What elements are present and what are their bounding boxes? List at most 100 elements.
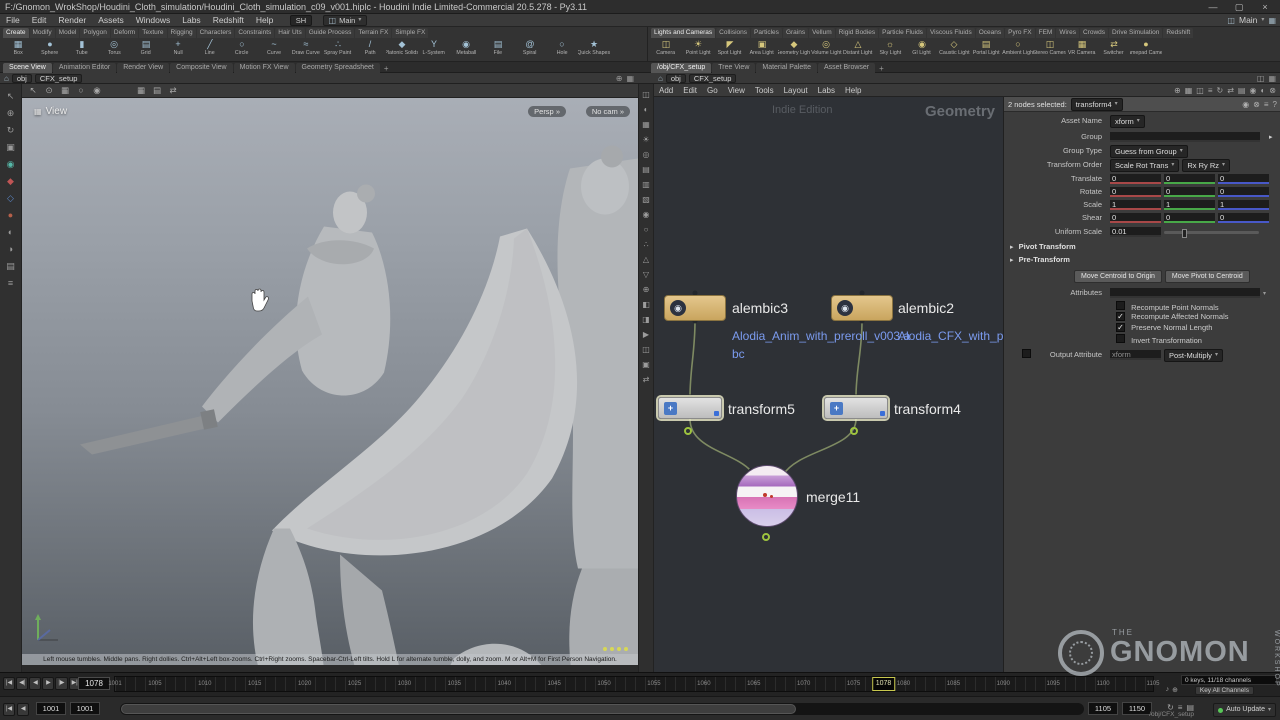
range-scrollbar[interactable] — [120, 703, 1084, 715]
pane-tab[interactable]: Render View — [117, 63, 169, 73]
shelf-tool[interactable]: ╱Line — [194, 39, 226, 61]
shelf-tab[interactable]: Redshift — [1163, 28, 1193, 38]
network-menu-item[interactable]: Go — [702, 86, 723, 95]
range-step-icon[interactable]: ◀ — [17, 703, 29, 716]
new-tab-button[interactable]: + — [876, 64, 887, 73]
keyframe-options-icon[interactable]: ⊕ — [1172, 686, 1178, 694]
param-list-icon[interactable]: ≡ — [1264, 100, 1269, 109]
shelf-tool[interactable]: ▣Area Light — [746, 39, 778, 61]
net-add-icon[interactable]: ⊕ — [1174, 86, 1181, 95]
shelf-tab[interactable]: Particle Fluids — [879, 28, 926, 38]
desktop-right-label[interactable]: Main — [1239, 14, 1257, 27]
shelf-tool[interactable]: ◫Camera — [650, 39, 682, 61]
shelf-tab[interactable]: Viscous Fluids — [927, 28, 975, 38]
scale-tool-icon[interactable]: ▣ — [2, 139, 20, 156]
pane-grid-icon[interactable]: ▦ — [1268, 74, 1276, 83]
net-gear-icon[interactable]: ⊗ — [1269, 86, 1276, 95]
brush-select-icon[interactable]: ◉ — [90, 85, 104, 96]
select-component-icon[interactable]: ▦ — [58, 85, 72, 96]
network-menu-item[interactable]: Help — [840, 86, 866, 95]
shelf-tool[interactable]: ~Curve — [258, 39, 290, 61]
rewind-button[interactable]: |◀ — [3, 677, 15, 690]
net-pin-icon[interactable]: ◉ — [1249, 86, 1256, 95]
play-button[interactable]: ▶ — [42, 677, 54, 690]
rotate-order-combo[interactable]: Rx Ry Rz ▾ — [1182, 159, 1230, 172]
range-start-icon[interactable]: |◀ — [3, 703, 15, 716]
network-menu-item[interactable]: Layout — [779, 86, 813, 95]
lighting-icon[interactable]: ☀ — [639, 132, 653, 147]
menu-item[interactable]: Render — [52, 14, 92, 27]
shelf-tool[interactable]: ◉Metaball — [450, 39, 482, 61]
uniform-scale-input[interactable] — [1110, 227, 1161, 237]
network-menu-item[interactable]: Labs — [813, 86, 840, 95]
group-input[interactable] — [1110, 132, 1260, 142]
global-start-input[interactable] — [36, 702, 66, 715]
maximize-button[interactable]: ▢ — [1226, 0, 1252, 14]
collapse-arrow-icon[interactable]: ▸ — [1010, 244, 1014, 251]
network-menu-item[interactable]: Edit — [678, 86, 702, 95]
snap-tool-icon[interactable]: ◉ — [2, 156, 20, 173]
shelf-tool[interactable]: ★Quick Shapes — [578, 39, 610, 61]
shelf-tab[interactable]: Grains — [783, 28, 808, 38]
shear-z-input[interactable] — [1218, 213, 1269, 223]
merge11-output-ring[interactable] — [762, 533, 770, 541]
shelf-tool[interactable]: ○Circle — [226, 39, 258, 61]
node-alembic3[interactable]: ◉ — [664, 295, 726, 321]
menu-item[interactable]: Help — [250, 14, 279, 27]
node-merge11[interactable] — [736, 465, 798, 527]
pivot-transform-row[interactable]: ▸ Pivot Transform — [1004, 242, 1280, 254]
display-flag[interactable] — [880, 411, 885, 416]
shelf-tab[interactable]: Modify — [30, 28, 55, 38]
pane-split-icon[interactable]: ◫ — [1257, 74, 1265, 83]
handles-icon[interactable]: ⊕ — [639, 282, 653, 297]
flipbook-icon[interactable]: ▶ — [639, 327, 653, 342]
post-multiply-combo[interactable]: Post-Multiply ▾ — [1164, 349, 1223, 362]
shelf-tool[interactable]: ☼Sky Light — [874, 39, 906, 61]
home-icon[interactable]: ⌂ — [4, 74, 9, 83]
recompute-point-normals-checkbox[interactable] — [1116, 301, 1125, 310]
preserve-normal-length-checkbox[interactable]: ✓ — [1116, 323, 1125, 332]
path-segment-cfx[interactable]: CFX_setup — [689, 74, 737, 83]
network-menu-item[interactable]: View — [723, 86, 750, 95]
shelf-tab[interactable]: Pyro FX — [1005, 28, 1034, 38]
shelf-tool[interactable]: ◇Caustic Light — [938, 39, 970, 61]
pane-tab[interactable]: Animation Editor — [53, 63, 116, 73]
asset-name-combo[interactable]: xform ▾ — [1110, 115, 1145, 128]
sculpt-tool-icon[interactable]: ◐ — [2, 224, 20, 241]
close-button[interactable]: × — [1252, 0, 1278, 14]
ghost-icon[interactable]: ○ — [639, 222, 653, 237]
display-flag[interactable] — [714, 411, 719, 416]
layout-grid-icon[interactable]: ▦ — [1268, 14, 1276, 27]
menu-item[interactable]: Edit — [26, 14, 53, 27]
play-reverse-button[interactable]: ◀ — [29, 677, 41, 690]
key-all-channels-button[interactable]: Key All Channels — [1195, 686, 1254, 695]
network-editor[interactable]: Indie Edition Geometry ◉ alembic3 ◉ alem… — [654, 97, 1003, 672]
camera-lock-icon[interactable]: ◎ — [639, 147, 653, 162]
shelf-tab[interactable]: Vellum — [809, 28, 835, 38]
auto-update-combo[interactable]: Auto Update ▾ — [1213, 703, 1276, 717]
lasso-select-icon[interactable]: ○ — [74, 85, 88, 96]
rotate-tool-icon[interactable]: ↻ — [2, 122, 20, 139]
move-pivot-button[interactable]: Move Pivot to Centroid — [1165, 270, 1250, 283]
shelf-tool[interactable]: ○Hole — [546, 39, 578, 61]
select-geometry-icon[interactable]: ⊙ — [42, 85, 56, 96]
selected-node-combo[interactable]: transform4 ▾ — [1071, 98, 1123, 111]
rotate-x-input[interactable] — [1110, 187, 1161, 197]
shelf-tool[interactable]: ◆Geometry Light — [778, 39, 810, 61]
uniform-scale-slider[interactable] — [1164, 231, 1259, 234]
output-attribute-input[interactable] — [1110, 350, 1161, 360]
shelf-tab[interactable]: Oceans — [976, 28, 1004, 38]
shelf-tool[interactable]: @Spiral — [514, 39, 546, 61]
normals-display-icon[interactable]: △ — [639, 252, 653, 267]
move-centroid-button[interactable]: Move Centroid to Origin — [1074, 270, 1162, 283]
playback-end-input[interactable] — [1088, 702, 1118, 715]
scale-y-input[interactable] — [1164, 200, 1215, 210]
group-type-combo[interactable]: Guess from Group ▾ — [1110, 145, 1188, 158]
shelf-tool[interactable]: ●Gamepad Camera — [1130, 39, 1162, 61]
grid-toggle-icon[interactable]: ▤ — [639, 162, 653, 177]
wireframe-icon[interactable]: ▦ — [639, 117, 653, 132]
pointer-tool-icon[interactable]: ↖ — [2, 88, 20, 105]
select-mode-icon[interactable]: ↖ — [26, 85, 40, 96]
snap-grid-icon[interactable]: ▥ — [639, 177, 653, 192]
frame-ruler[interactable]: 1001100510101015102010251030103510401045… — [114, 676, 1154, 692]
